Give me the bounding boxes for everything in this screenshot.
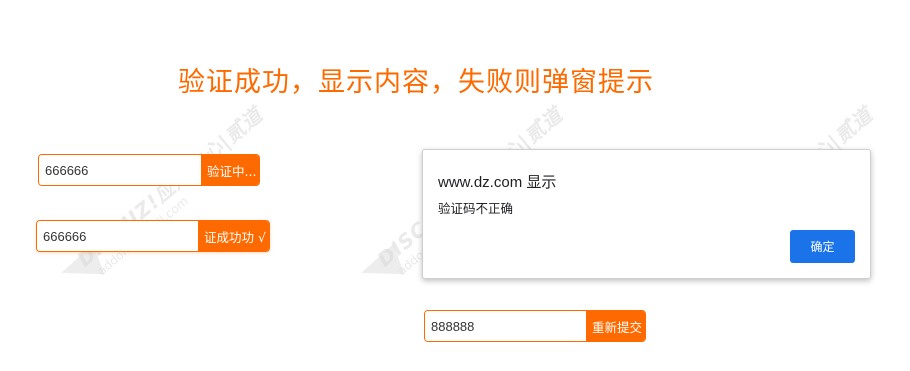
code-input[interactable] — [39, 155, 201, 185]
resubmit-button[interactable]: 重新提交 — [586, 311, 645, 341]
verify-success-button[interactable]: 证成功功 √ — [198, 221, 269, 251]
verifying-button[interactable]: 验证中... — [201, 155, 259, 185]
dialog-ok-button[interactable]: 确定 — [790, 230, 855, 263]
alert-dialog: www.dz.com 显示 验证码不正确 确定 — [422, 149, 871, 279]
watermark: DISCUZ!应用中心|贰道 addon.dismall.com — [70, 99, 277, 283]
dialog-message: 验证码不正确 — [438, 201, 514, 216]
verify-form-loading: 验证中... — [38, 154, 260, 186]
dialog-title: www.dz.com 显示 — [438, 174, 557, 191]
watermark-arrow — [355, 244, 405, 288]
page-headline: 验证成功，显示内容，失败则弹窗提示 — [178, 67, 654, 98]
verify-form-success: 证成功功 √ — [36, 220, 270, 252]
verify-form-retry: 重新提交 — [424, 310, 646, 342]
code-input[interactable] — [37, 221, 198, 251]
watermark-line2: addon.dismall.com — [95, 122, 277, 278]
code-input[interactable] — [425, 311, 586, 341]
